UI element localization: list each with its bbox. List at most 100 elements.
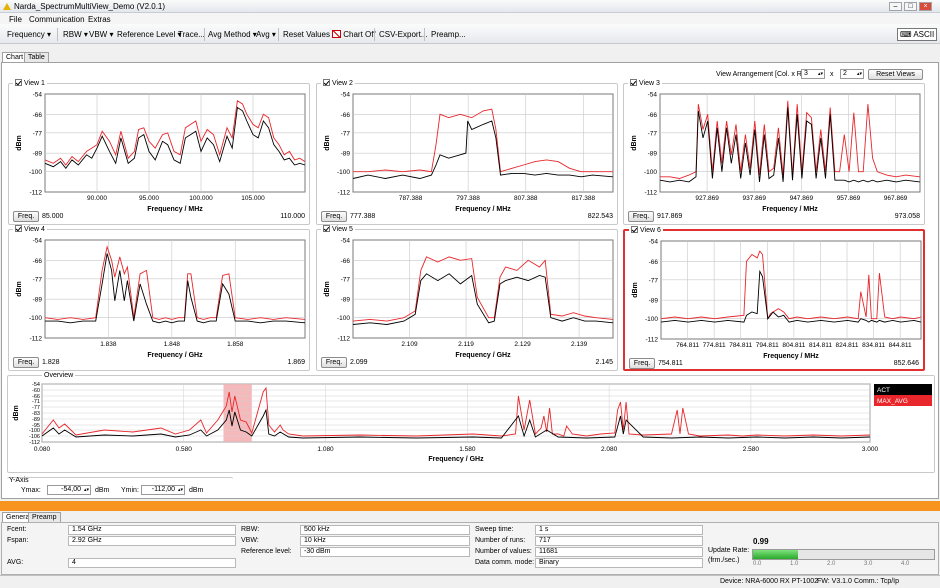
x-axis-label: Frequency / MHz <box>762 206 818 213</box>
fspan-value: 2.92 GHz <box>68 536 236 546</box>
y-tick-label: -112 <box>645 337 658 344</box>
x-tick-label: 0.080 <box>34 446 51 453</box>
csv-export-button[interactable]: CSV-Export... <box>379 30 427 39</box>
ymin-input[interactable]: -112,00 ▴▾ <box>141 485 185 495</box>
reset-views-button[interactable]: Reset Views <box>868 69 923 80</box>
menu-communication[interactable]: Communication <box>29 15 85 24</box>
y-tick-label: -112 <box>644 190 657 197</box>
x-tick-label: 0.580 <box>176 446 193 453</box>
reference-level-value: -30 dBm <box>300 547 470 557</box>
x-tick-label: 797.388 <box>456 195 480 202</box>
y-tick-label: -112 <box>337 190 350 197</box>
view-group-2: View 2 -54 -66 -77 -89 -100 -112 787.388 797.388… <box>316 79 618 225</box>
overview-group: Overview -54 -60 -66 -71 -77 -83 -89 -95 -100 -10… <box>7 372 935 473</box>
ymin-value: -112,00 <box>151 486 175 493</box>
y-tick-label: -66 <box>648 112 658 119</box>
x-tick-label: 105.000 <box>241 195 265 202</box>
reset-values-label: Reset Values <box>283 30 330 39</box>
spectrum-chart-2[interactable]: -54 -66 -77 -89 -100 -112 787.388 797.388 807.38… <box>317 84 617 224</box>
number-of-values-label: Number of values: <box>475 548 532 555</box>
x-axis-label: Frequency / MHz <box>763 353 819 360</box>
y-axis-label: dBm <box>13 405 20 421</box>
trace-button[interactable]: Trace... <box>178 30 205 39</box>
reference-level-label-bottom: Reference level: <box>241 548 292 555</box>
spectrum-chart-5[interactable]: -54 -66 -77 -89 -100 -112 2.109 2.119 2.129 2.139… <box>317 230 617 370</box>
number-of-runs-value: 717 <box>535 536 703 546</box>
window-title: Narda_SpectrumMultiView_Demo (V2.0.1) <box>14 2 166 11</box>
freq-button[interactable]: Freq. <box>321 211 347 222</box>
start-frequency: 2.099 <box>350 359 368 366</box>
freq-button[interactable]: Freq. <box>13 211 39 222</box>
x-tick-label: 2.580 <box>743 446 760 453</box>
frequency-dropdown[interactable]: Frequency ▾ <box>7 30 51 39</box>
view-group-5: View 5 -54 -66 -77 -89 -100 -112 2.109 2.119 2.12… <box>316 225 618 371</box>
stop-frequency: 852.646 <box>893 360 919 367</box>
legend-max-avg: MAX_AVG <box>877 398 908 405</box>
avg-label: Avg <box>256 30 270 39</box>
x-tick-label: 1.858 <box>227 341 244 348</box>
y-tick-label: -100 <box>337 169 350 176</box>
title-bar: Narda_SpectrumMultiView_Demo (V2.0.1) – … <box>0 0 940 13</box>
ymax-input[interactable]: -54,00 ▴▾ <box>47 485 91 495</box>
spectrum-chart-1[interactable]: -54 -66 -77 -89 -100 -112 90.000 95.000 100.000 1… <box>9 84 309 224</box>
avg-method-label: Avg Method <box>208 30 251 39</box>
sweep-time-value: 1 s <box>535 525 703 535</box>
frequency-label: Frequency <box>7 30 45 39</box>
y-tick-label: -66 <box>649 259 659 266</box>
avg-dropdown[interactable]: Avg ▾ <box>256 30 276 39</box>
freq-button[interactable]: Freq. <box>13 357 39 368</box>
x-tick-label: 1.580 <box>459 446 476 453</box>
view-cols-spinner[interactable]: 3 ▴▾ <box>801 69 825 79</box>
start-frequency: 1.828 <box>42 359 60 366</box>
freq-button[interactable]: Freq. <box>321 357 347 368</box>
minimize-icon[interactable]: – <box>889 2 902 11</box>
spectrum-chart-3[interactable]: -54 -66 -77 -89 -100 -112 927.869 937.869 947.86… <box>624 84 924 224</box>
y-tick-label: -77 <box>649 277 659 284</box>
rbw-dropdown[interactable]: RBW ▾ <box>63 30 88 39</box>
avg-label-bottom: AVG: <box>7 559 24 566</box>
y-tick-label: -77 <box>341 276 351 283</box>
y-tick-label: -100 <box>645 316 658 323</box>
ascii-button[interactable]: ⌨ ASCII <box>897 28 938 41</box>
avg-method-dropdown[interactable]: Avg Method ▾ <box>208 30 257 39</box>
reset-values-dropdown[interactable]: Reset Values ▾ <box>283 30 336 39</box>
tab-preamp[interactable]: Preamp <box>28 512 61 522</box>
vbw-label-bottom: VBW: <box>241 537 259 544</box>
rbw-value: 500 kHz <box>300 525 470 535</box>
preamp-button[interactable]: Preamp... <box>431 30 466 39</box>
toolbar: Frequency ▾ RBW ▾ VBW ▾ Reference Level … <box>0 24 940 44</box>
bottom-panel: General Preamp Fcent: 1.54 GHz Fspan: 2.… <box>0 511 940 575</box>
freq-button[interactable]: Freq. <box>628 211 654 222</box>
overview-chart[interactable]: -54-60-66-71-77-83-89-95-100-106-1120.08… <box>8 376 932 472</box>
x-tick-label: 774.811 <box>703 342 726 349</box>
spectrum-chart-4[interactable]: -54 -66 -77 -89 -100 -112 1.838 1.848 1.858 dBm Fr… <box>9 230 309 370</box>
avg-value: 4 <box>68 558 236 568</box>
update-rate-tick: 1.0 <box>790 561 799 567</box>
update-rate-fill <box>753 550 798 559</box>
vbw-dropdown[interactable]: VBW ▾ <box>89 30 113 39</box>
maximize-icon[interactable]: □ <box>904 2 917 11</box>
spectrum-chart-6[interactable]: -54 -66 -77 -89 -100 -112 764.811 774.811 784.81… <box>625 231 925 371</box>
splitter-bar[interactable] <box>0 501 940 511</box>
view-group-4: View 4 -54 -66 -77 -89 -100 -112 1.838 1.848 1.85… <box>8 225 310 371</box>
x-tick-label: 2.139 <box>571 341 588 348</box>
chart-off-button[interactable]: Chart Off <box>332 30 376 39</box>
x-axis-label: Frequency / GHz <box>428 456 484 463</box>
chart-off-label: Chart Off <box>343 30 376 39</box>
freq-button[interactable]: Freq. <box>629 358 655 369</box>
y-tick-label: -89 <box>33 297 43 304</box>
x-tick-label: 967.869 <box>884 195 908 202</box>
y-axis-label: dBm <box>632 282 639 298</box>
menu-file[interactable]: File <box>9 15 22 24</box>
tab-table[interactable]: Table <box>24 52 49 62</box>
view-rows-value: 2 <box>843 70 847 77</box>
x-tick-label: 2.080 <box>601 446 618 453</box>
data-comm-mode-label: Data comm. mode: <box>475 559 535 566</box>
close-icon[interactable]: × <box>919 2 932 11</box>
vbw-value: 10 kHz <box>300 536 470 546</box>
ymax-unit: dBm <box>95 487 110 494</box>
reference-level-dropdown[interactable]: Reference Level ▾ <box>117 30 182 39</box>
view-rows-spinner[interactable]: 2 ▴▾ <box>840 69 864 79</box>
view-tabs: Chart Table <box>0 52 940 62</box>
menu-extras[interactable]: Extras <box>88 15 111 24</box>
